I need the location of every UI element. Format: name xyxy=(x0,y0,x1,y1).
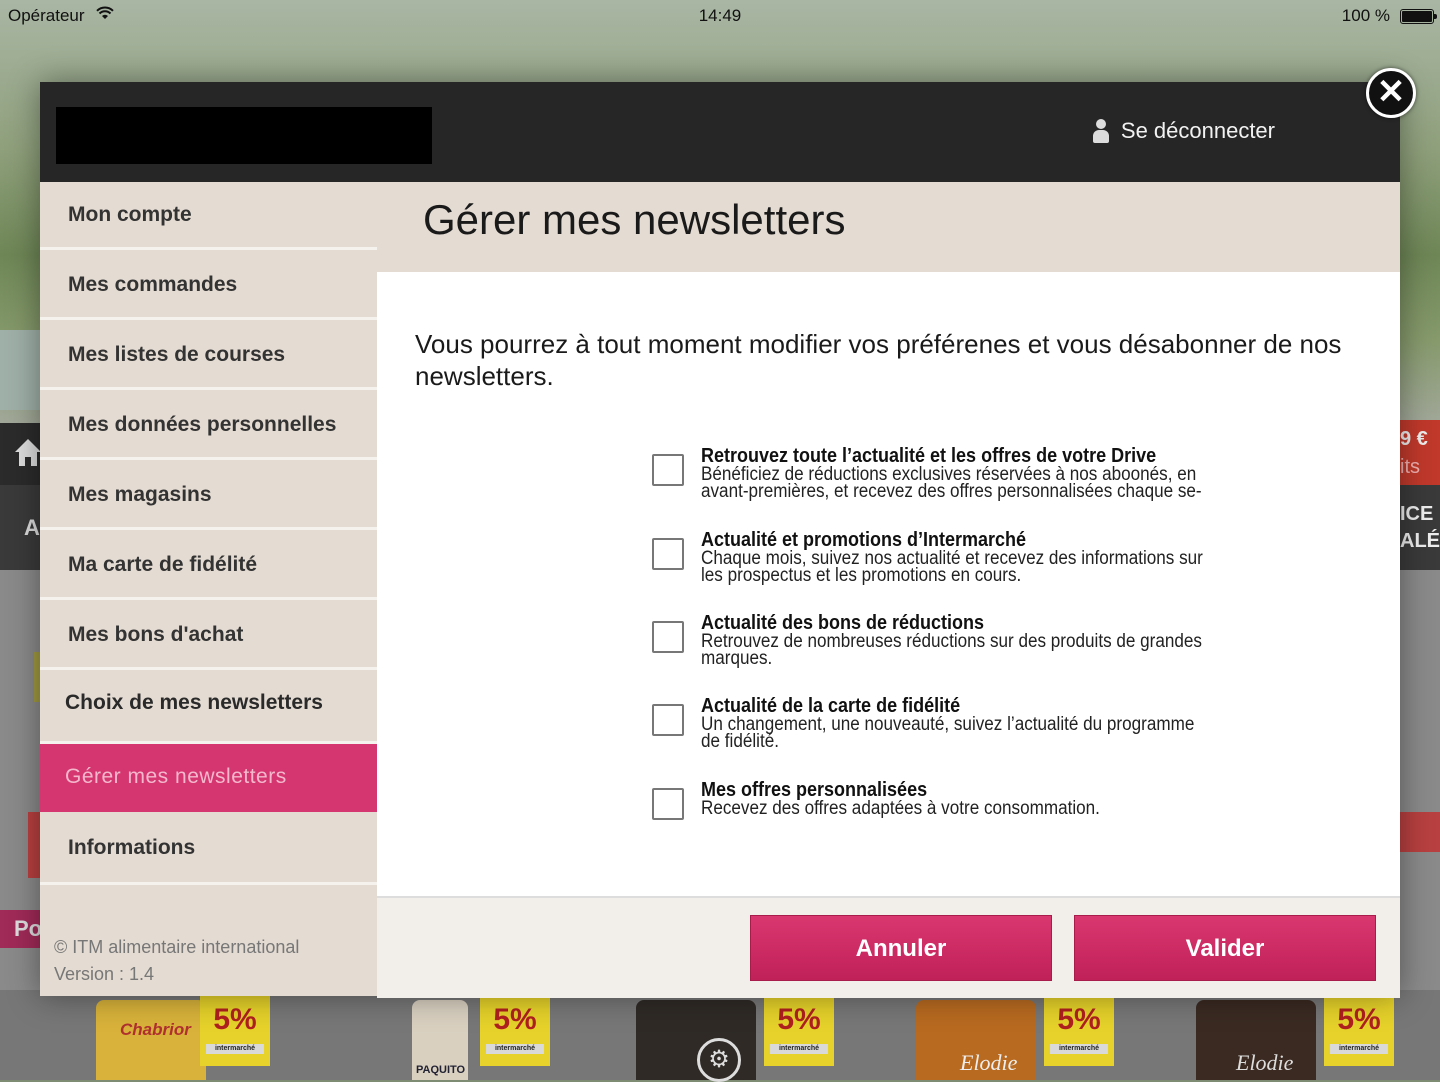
clock: 14:49 xyxy=(698,6,742,25)
logout-label: Se déconnecter xyxy=(1120,118,1275,143)
discount-badge: 5% intermarché xyxy=(480,996,550,1066)
product-brand: Elodie xyxy=(960,1050,1018,1075)
newsletter-checkbox-carte-fidelite[interactable] xyxy=(652,704,684,736)
newsletter-checkbox-intermarche[interactable] xyxy=(652,538,684,570)
sidebar-footer: © ITM alimentaire international Version … xyxy=(54,934,299,988)
background-text-fragment: ICE xyxy=(1400,503,1434,525)
account-modal: Se déconnecter Mon compte Mes commandes … xyxy=(40,82,1400,998)
sidebar-item-informations[interactable]: Informations xyxy=(40,813,377,885)
discount-badge: 5% intermarché xyxy=(764,996,834,1066)
account-sidebar: Mon compte Mes commandes Mes listes de c… xyxy=(40,182,377,996)
close-icon[interactable]: ✕ xyxy=(1366,68,1416,118)
discount-badge: 5% intermarché xyxy=(1324,996,1394,1066)
sidebar-item-bons-achat[interactable]: Mes bons d'achat xyxy=(40,602,377,670)
option-description: Chaque mois, suivez nos actualité et rec… xyxy=(701,548,1203,586)
sidebar-item-mes-listes[interactable]: Mes listes de courses xyxy=(40,322,377,390)
version-text: Version : 1.4 xyxy=(54,964,155,984)
product-image: Chabrior xyxy=(96,1000,206,1080)
option-description: Retrouvez de nombreuses réductions sur d… xyxy=(701,631,1202,669)
user-icon xyxy=(1092,119,1109,143)
promo-product: Elodie 5% intermarché xyxy=(1196,996,1440,1080)
product-image: Elodie xyxy=(916,1000,1036,1080)
home-icon xyxy=(15,439,41,466)
sidebar-item-mes-magasins[interactable]: Mes magasins xyxy=(40,462,377,530)
redacted-logo xyxy=(56,107,432,164)
status-bar: Opérateur 14:49 100 % xyxy=(0,0,1440,30)
page-title: Gérer mes newsletters xyxy=(423,196,846,243)
sidebar-item-choix-newsletters[interactable]: Choix de mes newsletters xyxy=(40,672,377,744)
promo-product: 5% intermarché xyxy=(636,996,916,1080)
product-brand: Chabrior xyxy=(120,1020,191,1039)
cancel-button[interactable]: Annuler xyxy=(750,915,1052,981)
background-text-fragment: its xyxy=(1400,456,1420,478)
background-decoration xyxy=(1400,812,1440,852)
wrench-icon[interactable]: ⚙ xyxy=(697,1038,741,1082)
submit-button[interactable]: Valider xyxy=(1074,915,1376,981)
product-image: PAQUITO xyxy=(412,1000,468,1080)
logout-button[interactable]: Se déconnecter xyxy=(1092,118,1275,144)
background-text-fragment: ALÉ xyxy=(1400,530,1440,552)
sidebar-item-carte-fidelite[interactable]: Ma carte de fidélité xyxy=(40,532,377,600)
background-text-fragment: A xyxy=(24,515,40,540)
content-title-bar: Gérer mes newsletters xyxy=(377,182,1400,272)
newsletter-checkbox-offres-personnalisees[interactable] xyxy=(652,788,684,820)
background-text-fragment: Po xyxy=(0,910,42,948)
battery-icon xyxy=(1400,9,1437,24)
promo-product: Elodie 5% intermarché xyxy=(916,996,1196,1080)
option-description: Recevez des offres adaptées à votre cons… xyxy=(701,798,1100,819)
option-description: Bénéficiez de réductions exclusives rése… xyxy=(701,464,1202,502)
modal-header: Se déconnecter xyxy=(40,82,1400,182)
sidebar-item-gerer-newsletters[interactable]: Gérer mes newsletters xyxy=(40,744,377,812)
discount-badge: 5% intermarché xyxy=(1044,996,1114,1066)
background-price-fragment: 9 € xyxy=(1400,428,1428,450)
product-brand: PAQUITO xyxy=(416,1064,466,1076)
background-decoration xyxy=(28,812,40,878)
newsletter-checkbox-drive[interactable] xyxy=(652,454,684,486)
intro-text: Vous pourrez à tout moment modifier vos … xyxy=(415,329,1342,391)
promo-product: Chabrior 5% intermarché xyxy=(96,996,376,1080)
option-description: Un changement, une nouveauté, suivez l’a… xyxy=(701,714,1195,752)
product-image: Elodie xyxy=(1196,1000,1316,1080)
battery-percent: 100 % xyxy=(1341,6,1390,25)
modal-footer: Annuler Valider xyxy=(377,896,1400,998)
copyright-text: © ITM alimentaire international xyxy=(54,937,300,957)
sidebar-item-mes-commandes[interactable]: Mes commandes xyxy=(40,252,377,320)
sidebar-item-mon-compte[interactable]: Mon compte xyxy=(40,182,377,250)
newsletter-checkbox-bons-reductions[interactable] xyxy=(652,621,684,653)
discount-badge: 5% intermarché xyxy=(200,996,270,1066)
sidebar-item-donnees-personnelles[interactable]: Mes données personnelles xyxy=(40,392,377,460)
product-brand: Elodie xyxy=(1236,1050,1294,1075)
